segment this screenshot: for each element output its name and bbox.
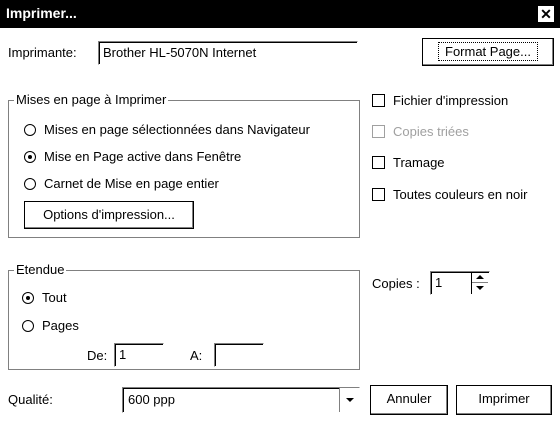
checkbox: [372, 125, 385, 138]
checkbox-dither[interactable]: Tramage: [372, 155, 445, 170]
cancel-button[interactable]: Annuler: [370, 385, 448, 415]
print-button[interactable]: Imprimer: [456, 385, 552, 415]
print-options-button[interactable]: Options d'impression...: [24, 201, 194, 229]
radio-button[interactable]: [24, 150, 36, 163]
checkbox[interactable]: [372, 94, 385, 107]
quality-label: Qualité:: [8, 392, 53, 407]
print-dialog: Imprimante: Brother HL-5070N Internet Fo…: [0, 28, 560, 429]
range-group-legend: Etendue: [14, 262, 67, 277]
radio-button[interactable]: [22, 291, 34, 304]
close-icon[interactable]: ✕: [538, 6, 554, 22]
radio-range-all[interactable]: Tout: [22, 290, 67, 305]
to-label: A:: [190, 348, 203, 363]
window-title: Imprimer...: [6, 5, 77, 21]
radio-button[interactable]: [24, 123, 36, 136]
spin-up-icon[interactable]: [472, 272, 488, 283]
radio-label: Mise en Page active dans Fenêtre: [44, 149, 242, 164]
from-label: De:: [87, 348, 108, 363]
radio-label: Pages: [42, 318, 79, 333]
radio-label: Tout: [42, 290, 67, 305]
format-page-button-label: Format Page...: [438, 42, 538, 61]
checkbox-collate: Copies triées: [372, 124, 469, 139]
checkbox[interactable]: [372, 188, 385, 201]
title-bar: Imprimer... ✕: [0, 0, 560, 28]
copies-value: 1: [435, 275, 443, 290]
copies-label: Copies :: [372, 276, 420, 291]
checkbox[interactable]: [372, 156, 385, 169]
checkbox-label: Copies triées: [393, 124, 469, 139]
radio-label: Carnet de Mise en page entier: [44, 176, 219, 191]
radio-button[interactable]: [22, 319, 34, 332]
printer-label: Imprimante:: [8, 45, 77, 60]
spin-down-icon[interactable]: [472, 283, 488, 293]
copies-spinner[interactable]: 1: [430, 271, 490, 295]
radio-range-pages[interactable]: Pages: [22, 318, 79, 333]
quality-select[interactable]: 600 ppp: [122, 387, 360, 413]
format-page-button[interactable]: Format Page...: [422, 38, 554, 66]
printer-field[interactable]: Brother HL-5070N Internet: [98, 41, 358, 65]
radio-layout-book[interactable]: Carnet de Mise en page entier: [24, 176, 219, 191]
radio-layouts-selected[interactable]: Mises en page sélectionnées dans Navigat…: [24, 122, 310, 137]
checkbox-label: Tramage: [393, 155, 445, 170]
quality-value: 600 ppp: [128, 392, 175, 407]
checkbox-all-black[interactable]: Toutes couleurs en noir: [372, 187, 527, 202]
radio-layout-active[interactable]: Mise en Page active dans Fenêtre: [24, 149, 241, 164]
to-page-field[interactable]: [214, 343, 264, 367]
checkbox-print-to-file[interactable]: Fichier d'impression: [372, 93, 508, 108]
from-page-field[interactable]: 1: [114, 343, 164, 367]
chevron-down-icon[interactable]: [339, 388, 359, 412]
radio-label: Mises en page sélectionnées dans Navigat…: [44, 122, 310, 137]
layouts-group-legend: Mises en page à Imprimer: [14, 92, 169, 107]
checkbox-label: Toutes couleurs en noir: [393, 187, 528, 202]
radio-button[interactable]: [24, 177, 36, 190]
checkbox-label: Fichier d'impression: [393, 93, 509, 108]
copies-spin-buttons[interactable]: [471, 272, 489, 294]
